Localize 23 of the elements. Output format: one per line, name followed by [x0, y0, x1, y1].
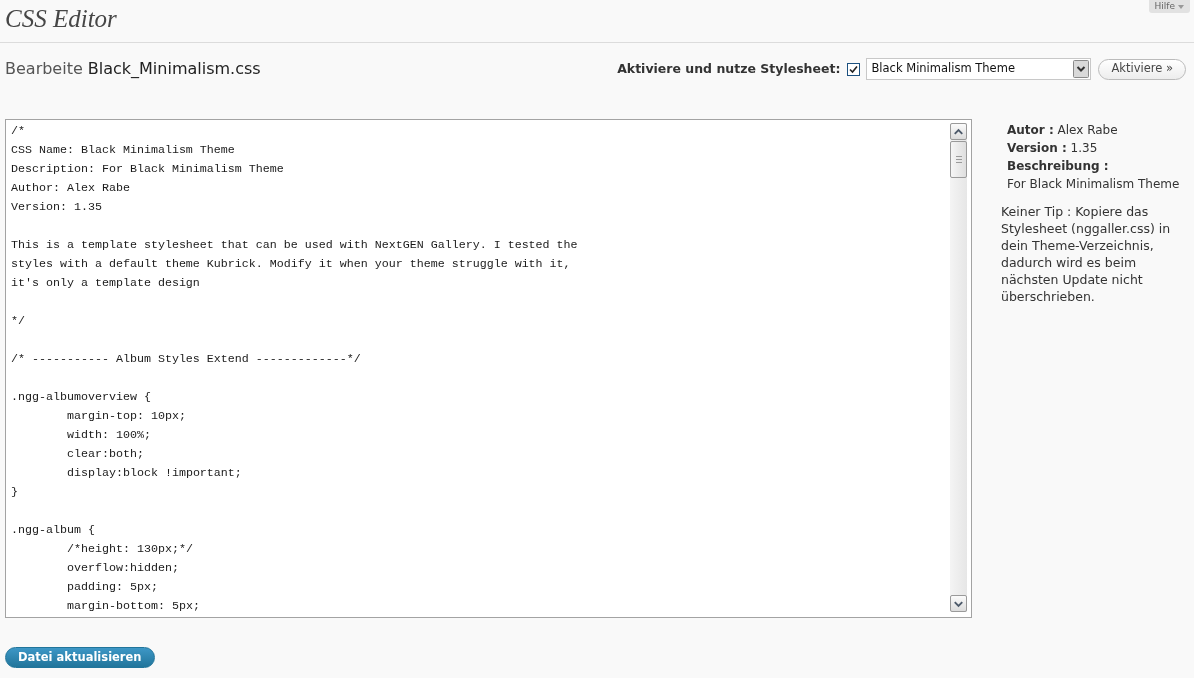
update-file-button[interactable]: Datei aktualisieren	[5, 647, 155, 669]
caret-icon	[1073, 60, 1090, 78]
meta-value: Alex Rabe	[1057, 123, 1118, 137]
caret-icon	[1178, 4, 1184, 9]
css-code: /* CSS Name: Black Minimalism Theme Description: For Black Minimalism Theme Author: Alex Rabe Version: 1.35 This is a template stylesheet that can be used with NextGEN Gallery. I tested the styles with a default theme Kubrick. Modify it when your theme struggle with it, it's only a template design */ /* ----------- Album Styles Extend -------------*/ .ngg-albumoverview { margin-top: 10px; width: 100%; clear:both; display:block !important; } .ngg-album { /*height: 130px;*/ overflow:hidden; padding: 5px; margin-bottom: 5px;	[11, 123, 579, 615]
edit-label: Bearbeite	[5, 58, 83, 80]
activate-label: Aktiviere und nutze Stylesheet:	[617, 59, 841, 78]
help-tab[interactable]: Hilfe	[1148, 0, 1190, 13]
stylesheet-select[interactable]: Black Minimalism Theme	[866, 58, 1092, 80]
scroll-down-button[interactable]	[950, 595, 967, 612]
tip-text: Keiner Tip : Kopiere das Stylesheet (nggaller.css) in dein Theme-Verzeichnis, dadurch wird es beim nächsten Update nicht überschrieben.	[1001, 203, 1172, 305]
scrollbar-thumb[interactable]	[950, 141, 967, 178]
scroll-up-button[interactable]	[950, 123, 967, 140]
meta-label: Version :	[1007, 141, 1067, 155]
page-title: CSS Editor	[5, 4, 117, 34]
meta-value: 1.35	[1070, 141, 1098, 155]
meta-label: Autor :	[1007, 123, 1054, 137]
file-name: Black_Minimalism.css	[87, 58, 261, 80]
code-editor-field[interactable]	[5, 119, 972, 618]
meta-value: For Black Minimalism Theme	[1007, 176, 1180, 193]
meta-label: Beschreibung :	[1007, 158, 1109, 175]
activate-button[interactable]: Aktiviere »	[1098, 58, 1186, 80]
activate-checkbox[interactable]	[847, 62, 861, 76]
